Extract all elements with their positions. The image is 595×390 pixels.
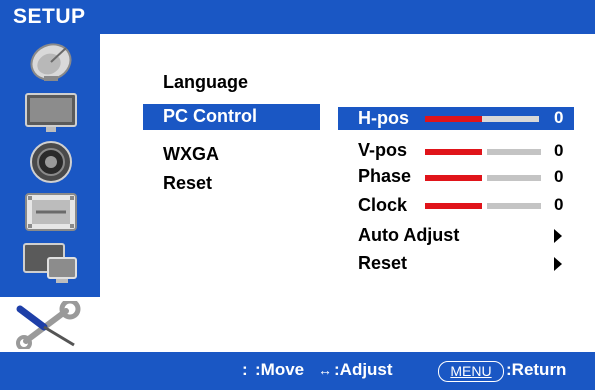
h-pos-slider-fill — [425, 116, 482, 122]
hint-bar: : :Move ↔ :Adjust MENU :Return — [0, 352, 595, 390]
h-pos-slider-track — [482, 116, 539, 122]
satellite-dish-icon[interactable] — [22, 40, 80, 84]
category-sidebar — [0, 34, 100, 297]
v-pos-label[interactable]: V-pos — [358, 140, 407, 161]
h-pos-value: 0 — [554, 108, 564, 127]
menu-item-language[interactable]: Language — [163, 72, 248, 93]
adjust-arrows-icon: ↔ — [318, 362, 332, 378]
pip-screen-icon[interactable] — [22, 240, 80, 284]
submenu-row-h-pos[interactable]: H-pos 0 — [338, 107, 574, 130]
clock-label[interactable]: Clock — [358, 195, 407, 216]
phase-slider-track — [487, 175, 541, 181]
submenu-reset-arrow-icon — [554, 257, 562, 271]
clock-value: 0 — [554, 195, 564, 214]
v-pos-slider-track — [487, 149, 541, 155]
auto-adjust-item[interactable]: Auto Adjust — [358, 225, 459, 246]
return-hint: :Return — [506, 360, 567, 379]
clock-slider-fill — [425, 203, 482, 209]
menu-item-pc-control-highlight[interactable]: PC Control — [143, 104, 320, 130]
phase-slider-fill — [425, 175, 482, 181]
osd-setup-menu: SETUP Language PC Control WXGA Reset H-p… — [0, 0, 595, 390]
tools-category-selected[interactable] — [0, 297, 100, 352]
film-strip-icon[interactable] — [22, 190, 80, 234]
v-pos-slider-fill — [425, 149, 482, 155]
menu-item-pc-control: PC Control — [163, 106, 257, 126]
submenu-reset-item[interactable]: Reset — [358, 253, 407, 274]
phase-value: 0 — [554, 167, 564, 186]
title-bar: SETUP — [0, 0, 595, 34]
v-pos-value: 0 — [554, 141, 564, 160]
tools-icon — [16, 301, 81, 349]
menu-item-reset[interactable]: Reset — [163, 173, 212, 194]
adjust-hint: :Adjust — [334, 360, 393, 379]
phase-label[interactable]: Phase — [358, 166, 411, 187]
clock-slider-track — [487, 203, 541, 209]
auto-adjust-arrow-icon — [554, 229, 562, 243]
h-pos-label: H-pos — [358, 108, 409, 128]
move-hint: :Move — [255, 360, 305, 379]
monitor-icon[interactable] — [22, 90, 80, 134]
menu-key-icon: MENU — [438, 361, 504, 382]
speaker-icon[interactable] — [22, 140, 80, 184]
move-hint-icon: : — [242, 360, 248, 379]
menu-title: SETUP — [13, 5, 86, 28]
menu-item-wxga[interactable]: WXGA — [163, 144, 219, 165]
